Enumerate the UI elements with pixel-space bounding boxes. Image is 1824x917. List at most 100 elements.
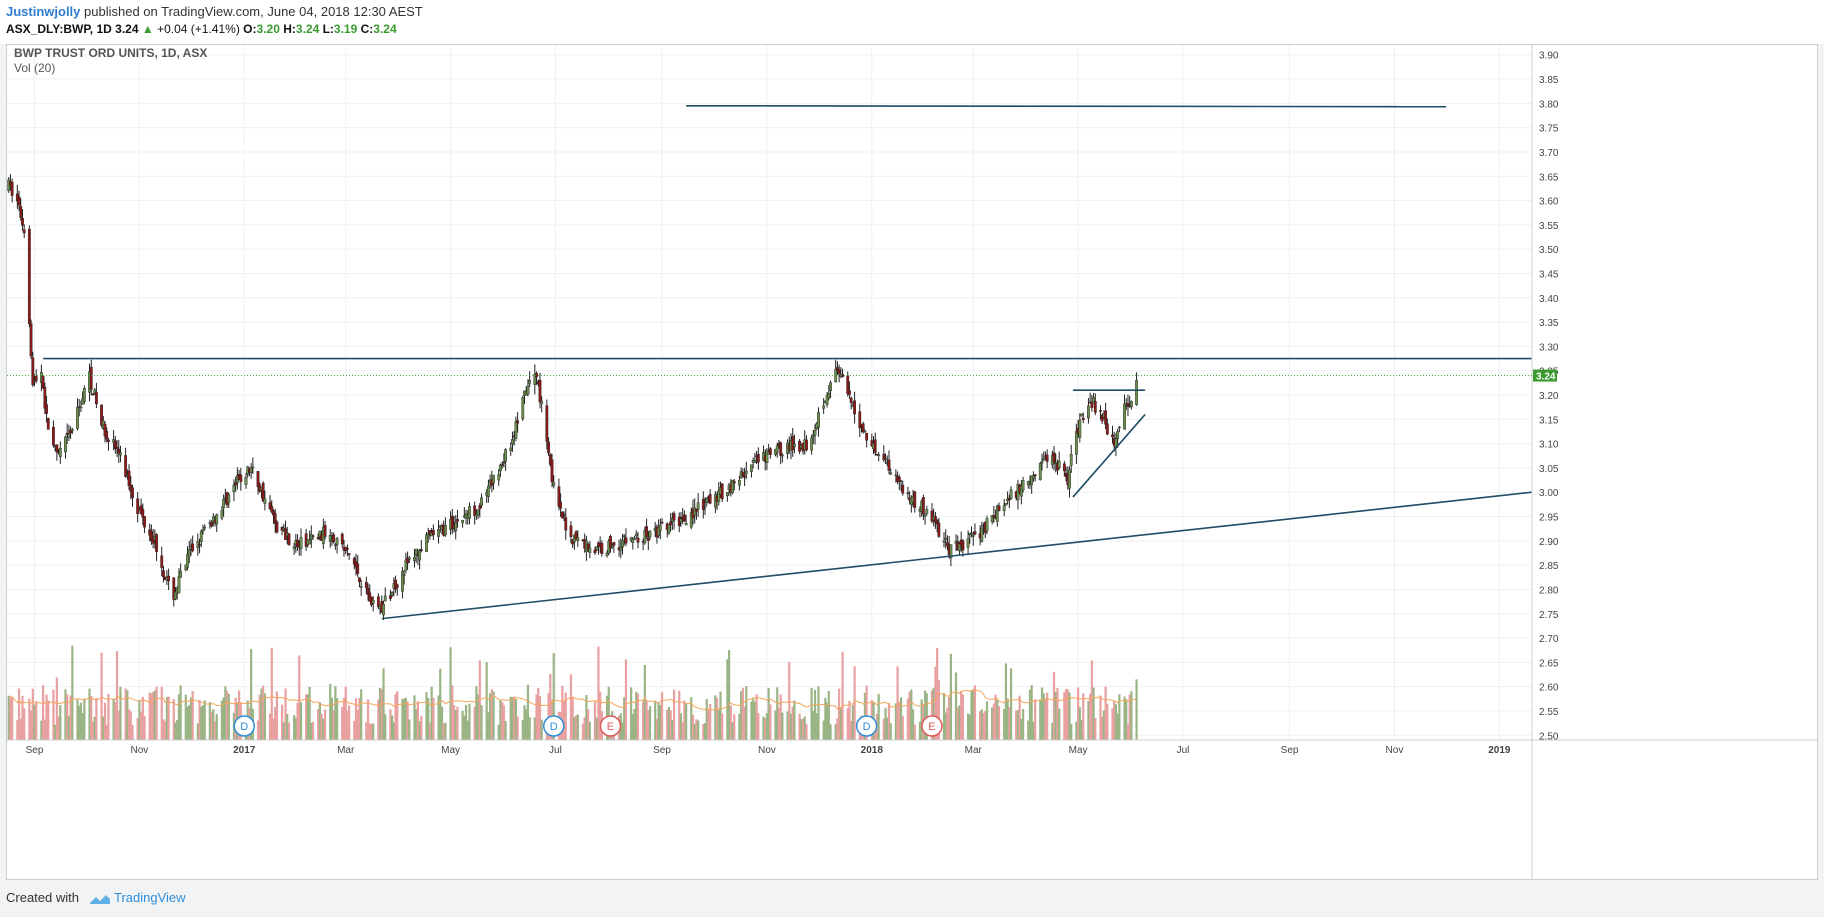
candle-body xyxy=(701,499,705,510)
volume-bar xyxy=(83,698,86,740)
volume-bar xyxy=(853,666,856,740)
candle-body xyxy=(177,576,181,594)
candle-body xyxy=(756,454,760,463)
y-tick-label: 3.50 xyxy=(1539,245,1559,256)
candle-body xyxy=(624,537,628,544)
candle-body xyxy=(1135,380,1138,405)
candle-body xyxy=(275,521,279,533)
close-label: C: xyxy=(360,22,374,36)
candle-body xyxy=(1004,503,1008,506)
candle-body xyxy=(970,532,973,535)
candle-body xyxy=(863,430,867,433)
candle-body xyxy=(837,369,841,375)
candle-body xyxy=(528,380,532,384)
volume-bar xyxy=(841,651,844,740)
candle-body xyxy=(251,466,255,469)
candle-body xyxy=(390,592,394,596)
y-tick-label: 2.70 xyxy=(1539,634,1559,645)
open-value: 3.20 xyxy=(256,22,280,36)
volume-bar xyxy=(336,698,339,740)
candle-body xyxy=(52,426,55,446)
candle-body xyxy=(179,570,183,578)
volume-bar xyxy=(360,689,363,740)
candle-body xyxy=(394,579,397,590)
candle-body xyxy=(364,581,368,589)
triangle-up-icon: ▲ xyxy=(141,22,154,36)
candle-body xyxy=(141,508,145,518)
axes: 3.90 3.85 3.80 3.75 3.70 3.65 3.60 3.55 3.50 3.45… xyxy=(7,45,1817,879)
y-tick-label: 3.80 xyxy=(1539,99,1559,110)
candle-body xyxy=(793,443,796,448)
candle-body xyxy=(347,553,351,556)
candle-body xyxy=(486,485,490,497)
candle-body xyxy=(167,575,171,581)
publish-line: Justinwjolly published on TradingView.co… xyxy=(6,4,423,19)
candle-body xyxy=(58,447,62,458)
author-link[interactable]: Justinwjolly xyxy=(6,4,80,19)
tradingview-brand-link[interactable]: TradingView xyxy=(114,890,186,905)
candle-body xyxy=(810,437,814,451)
candle-body xyxy=(669,521,673,526)
price-chart[interactable]: DDEDE 3.903.853.803.753.703.653.603.553.… xyxy=(7,45,1817,879)
volume-bar xyxy=(227,693,230,740)
y-tick-label: 3.40 xyxy=(1539,294,1559,305)
y-tick-label: 3.05 xyxy=(1539,464,1559,475)
candle-body xyxy=(478,505,482,510)
volume-bar xyxy=(1135,679,1138,740)
volume-bar xyxy=(540,719,543,740)
volume-bar xyxy=(408,719,411,740)
trendline xyxy=(1072,413,1146,498)
x-tick-label: Mar xyxy=(965,745,983,756)
volume-bar xyxy=(11,697,14,740)
candle-body xyxy=(645,526,648,537)
candle-body xyxy=(1078,419,1082,438)
candle-body xyxy=(335,538,339,545)
candle-body xyxy=(849,397,853,403)
candle-body xyxy=(813,430,817,436)
candle-body xyxy=(648,531,652,537)
footer: Created with TradingView xyxy=(6,890,186,905)
candle-body xyxy=(70,429,74,432)
trendlines[interactable] xyxy=(43,104,1533,620)
candle-body xyxy=(1099,410,1102,412)
volume-bar xyxy=(492,691,495,740)
candle-body xyxy=(234,482,238,486)
candle-body xyxy=(985,518,989,532)
candle-body xyxy=(444,525,447,536)
volume-bar xyxy=(215,714,218,740)
candle-body xyxy=(913,491,917,508)
candle-body xyxy=(738,480,741,486)
volume-bar xyxy=(949,653,952,740)
candle-body xyxy=(576,537,580,541)
chart-panel[interactable]: DDEDE 3.90 3.85 3.80 3.75 3.70 3.65 3.60 3.55 3.… xyxy=(6,44,1818,880)
candle-body xyxy=(509,447,513,451)
x-tick-label: Sep xyxy=(26,745,44,756)
candle-body xyxy=(829,382,832,392)
candle-body xyxy=(1130,401,1133,408)
y-tick-label: 3.60 xyxy=(1539,197,1559,208)
low-label: L: xyxy=(322,22,334,36)
candle-body xyxy=(942,540,946,543)
candle-body xyxy=(402,573,406,576)
volume-bar xyxy=(47,700,50,740)
volume-bar xyxy=(1106,703,1109,740)
y-tick-label: 2.60 xyxy=(1539,683,1559,694)
candle-body xyxy=(162,570,165,578)
volume-bar xyxy=(299,702,303,740)
volume-bar xyxy=(624,659,628,740)
candle-body xyxy=(308,539,311,545)
volume-bar xyxy=(648,706,652,740)
candle-body xyxy=(1081,417,1085,421)
price-change: +0.04 (+1.41%) xyxy=(157,22,240,36)
candle-body xyxy=(316,536,320,540)
candle-body xyxy=(419,549,423,552)
y-tick-label: 3.55 xyxy=(1539,221,1559,232)
candle-body xyxy=(899,480,903,482)
candle-body xyxy=(502,461,506,464)
candle-body xyxy=(456,519,459,522)
candle-body xyxy=(476,509,480,516)
candle-body xyxy=(21,218,24,226)
y-tick-label: 2.90 xyxy=(1539,537,1559,548)
candle-body xyxy=(1057,460,1061,469)
candle-body xyxy=(595,546,599,551)
